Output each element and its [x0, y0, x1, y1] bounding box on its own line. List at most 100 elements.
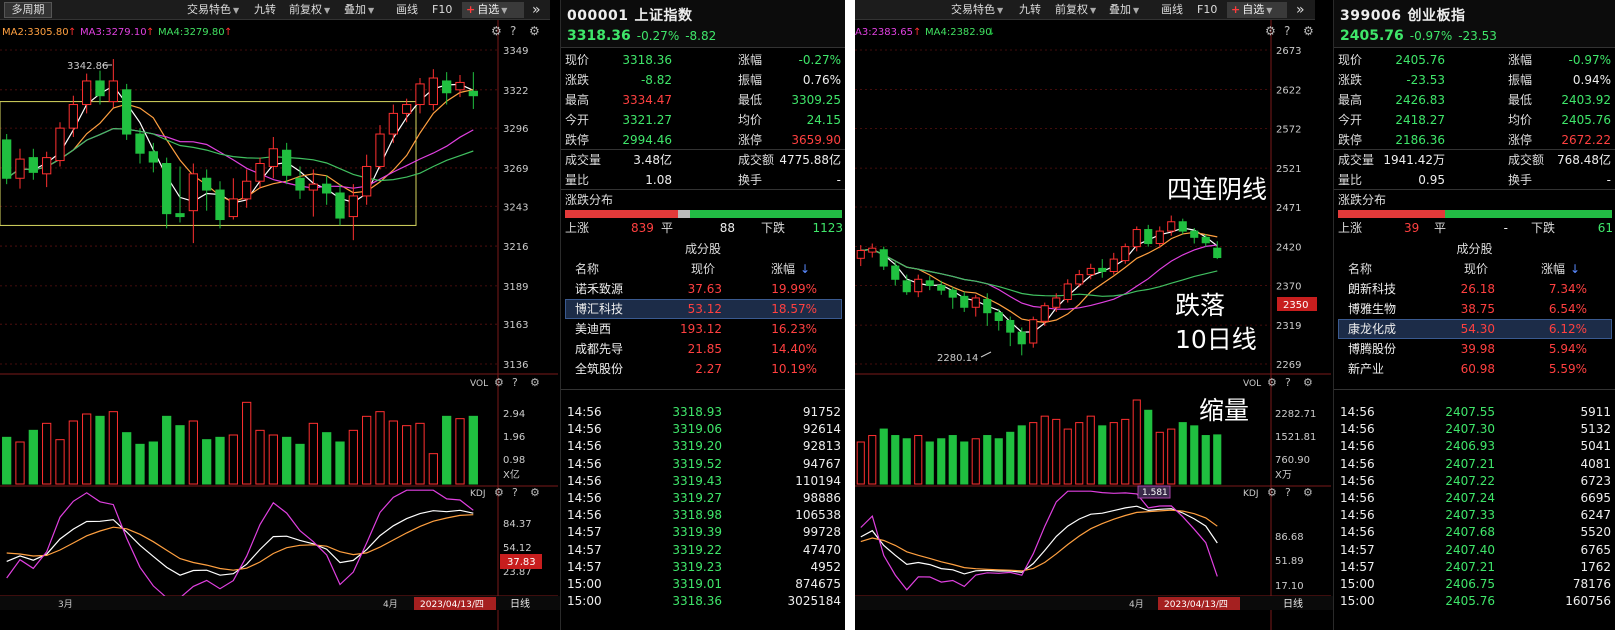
candle-body — [1040, 305, 1049, 322]
candle-body — [1098, 267, 1107, 273]
constituent-row[interactable]: 全筑股份 2.27 10.19% — [561, 359, 845, 379]
stock-price: 2.27 — [695, 362, 722, 376]
tick-volume: 4081 — [1580, 456, 1611, 471]
candle-body — [108, 80, 118, 103]
tick-time: 14:56 — [567, 405, 602, 419]
help-icon[interactable]: ? — [512, 486, 518, 499]
tick-time: 14:56 — [567, 473, 602, 488]
candle-body — [925, 280, 934, 287]
tick-time: 14:56 — [567, 439, 602, 454]
candle-body — [1029, 319, 1038, 344]
constituent-row[interactable]: 朗新科技 26.18 7.34% — [1334, 279, 1615, 299]
tick-price: 2407.24 — [1445, 491, 1495, 505]
settings-icon[interactable]: ⚙ — [1303, 24, 1314, 38]
col-price-header[interactable]: 现价 — [691, 259, 715, 279]
index-price-line: 3318.36 -0.27% -8.82 — [567, 28, 716, 44]
volume-bar — [135, 443, 145, 485]
tick-volume: 5132 — [1580, 422, 1611, 437]
left-kline-chart[interactable]: 3349 3322 3296 3269 3243 3216 3189 3163 3136 MA2:… — [0, 0, 560, 630]
tick-volume: 94767 — [802, 456, 841, 471]
tick-row: 14:56 2407.33 6247 — [1334, 507, 1615, 524]
settings-icon[interactable]: ⚙ — [530, 486, 540, 499]
stat-label: 最低 — [1508, 93, 1533, 107]
candle-body — [202, 177, 212, 191]
help-icon[interactable]: ? — [1284, 24, 1290, 38]
ma-legend-label: MA4:3279.80 — [158, 27, 225, 38]
gear-icon[interactable]: ⚙ — [494, 376, 504, 389]
settings-icon[interactable]: ⚙ — [1303, 486, 1313, 499]
settings-icon[interactable]: ⚙ — [530, 376, 540, 389]
candle-body — [175, 213, 185, 218]
gear-icon[interactable]: ⚙ — [1267, 376, 1277, 389]
stat-value: 2405.76 — [1395, 53, 1445, 67]
col-name-header[interactable]: 名称 — [1348, 259, 1372, 279]
candle-body — [228, 198, 238, 218]
index-name: 上证指数 — [634, 8, 693, 24]
help-icon[interactable]: ? — [510, 24, 516, 38]
gear-icon[interactable]: ⚙ — [491, 24, 502, 38]
stat-value: 1.08 — [645, 173, 672, 187]
help-icon[interactable]: ? — [1285, 376, 1291, 389]
stat-value: 1941.42万 — [1383, 153, 1445, 167]
tick-time: 14:56 — [1340, 422, 1375, 437]
volume-bar — [82, 413, 92, 485]
index-pct: -0.97% — [1409, 29, 1453, 43]
index-price-line: 2405.76 -0.97% -23.53 — [1340, 28, 1497, 44]
y-tick-label: 3163 — [503, 320, 528, 331]
help-icon[interactable]: ? — [512, 376, 518, 389]
sort-desc-icon[interactable]: ↓ — [800, 259, 810, 279]
gear-icon[interactable]: ⚙ — [1267, 486, 1277, 499]
dist-up-label: 上涨 — [1338, 221, 1363, 235]
constituent-row[interactable]: 博腾股份 39.98 5.94% — [1334, 339, 1615, 359]
tick-time: 15:00 — [567, 594, 602, 609]
vol-unit-label: X亿 — [503, 468, 520, 481]
col-price-header[interactable]: 现价 — [1464, 259, 1488, 279]
volume-bar — [891, 435, 900, 485]
col-name-header[interactable]: 名称 — [575, 259, 599, 279]
col-pct-header[interactable]: 涨幅 — [771, 259, 795, 279]
constituent-row[interactable]: 诺禾致源 37.63 19.99% — [561, 279, 845, 299]
tick-price: 3319.22 — [672, 542, 722, 557]
constituent-row[interactable]: 博汇科技 53.12 18.57% — [561, 299, 845, 319]
tick-volume: 6723 — [1580, 473, 1611, 488]
volume-bar — [902, 438, 911, 485]
candle-body — [1052, 297, 1061, 308]
candle-body — [971, 297, 980, 308]
volume-bar — [42, 422, 52, 485]
stock-pct: 19.99% — [771, 282, 817, 296]
daily-tab[interactable]: 日线 — [510, 597, 530, 610]
help-icon[interactable]: ? — [1285, 486, 1291, 499]
gear-icon[interactable]: ⚙ — [494, 486, 504, 499]
stat-label: 均价 — [738, 113, 763, 127]
gear-icon[interactable]: ⚙ — [1265, 24, 1276, 38]
constituents-header: 名称 现价 涨幅 ↓ — [1334, 259, 1615, 279]
constituent-row[interactable]: 博雅生物 38.75 6.54% — [1334, 299, 1615, 319]
y-tick-label: 3296 — [503, 124, 528, 135]
constituent-row[interactable]: 康龙化成 54.30 6.12% — [1334, 319, 1615, 339]
settings-icon[interactable]: ⚙ — [529, 24, 540, 38]
stat-value: 2994.46 — [622, 133, 672, 147]
quote-row: 成交量 3.48亿 成交额 4775.88亿 — [561, 150, 845, 170]
left-chart-panel: 多周期 交易特色 ▼ 九转 前复权 ▼ 叠加 ▼ 画线 F10 + 自选 ▼ » 3349… — [0, 0, 845, 630]
stat-label: 涨幅 — [1508, 53, 1533, 67]
tick-row: 14:56 2406.93 5041 — [1334, 438, 1615, 455]
vol-tick-label: 2.94 — [503, 409, 525, 420]
constituent-row[interactable]: 美迪西 193.12 16.23% — [561, 319, 845, 339]
tick-time: 14:56 — [1340, 491, 1375, 505]
volume-bar — [202, 439, 212, 485]
candle-body — [856, 250, 865, 259]
right-kline-chart[interactable]: 2673 2622 2572 2521 2471 2420 2370 2319 2269 A3:2… — [855, 0, 1333, 630]
tick-volume: 47470 — [802, 542, 841, 557]
candle-body — [308, 183, 318, 191]
daily-tab[interactable]: 日线 — [1283, 597, 1303, 610]
constituent-row[interactable]: 成都先导 21.85 14.40% — [561, 339, 845, 359]
x-axis-month: 3月 — [58, 599, 73, 610]
index-price: 2405.76 — [1340, 28, 1404, 44]
sort-desc-icon[interactable]: ↓ — [1570, 259, 1580, 279]
dist-down-count: 61 — [1597, 221, 1613, 235]
col-pct-header[interactable]: 涨幅 — [1541, 259, 1565, 279]
tick-volume: 91752 — [802, 405, 841, 419]
constituent-row[interactable]: 新产业 60.98 5.59% — [1334, 359, 1615, 379]
settings-icon[interactable]: ⚙ — [1303, 376, 1313, 389]
index-code: 399006 — [1340, 8, 1402, 24]
